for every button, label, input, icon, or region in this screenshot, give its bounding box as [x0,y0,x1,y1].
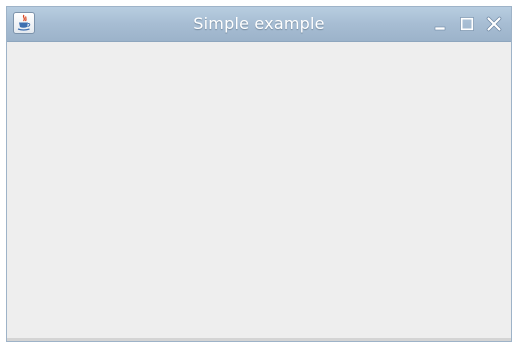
close-icon [486,16,502,32]
window-content [7,42,511,341]
title-bar[interactable]: Simple example [7,7,511,42]
close-button[interactable] [485,15,503,33]
maximize-icon [460,17,474,31]
app-window: Simple example [6,6,512,342]
java-cup-icon[interactable] [13,12,35,34]
maximize-button[interactable] [458,15,476,33]
minimize-button[interactable] [431,15,449,33]
window-controls [431,15,503,33]
minimize-icon [434,26,446,31]
